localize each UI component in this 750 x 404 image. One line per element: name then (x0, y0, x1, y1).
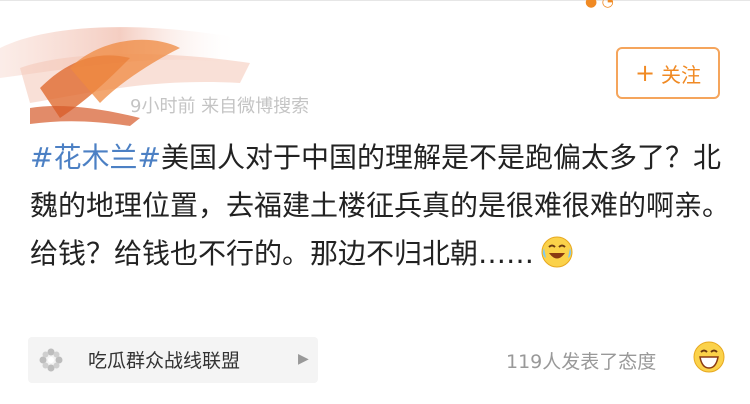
follow-button-label: 关注 (661, 62, 702, 87)
source-group-label: 吃瓜群众战线联盟 (88, 350, 241, 372)
post-meta: 9小时前 来自微博搜索 (130, 96, 310, 117)
hashtag-link[interactable]: #花木兰# (30, 141, 161, 174)
face-with-tears-of-joy-icon (540, 235, 574, 284)
reaction-count[interactable]: 119人发表了态度 (506, 347, 656, 374)
follow-button[interactable]: + 关注 (616, 47, 720, 99)
plus-icon: + (634, 59, 656, 87)
post-text: #花木兰#美国人对于中国的理解是不是跑偏太多了？北魏的地理位置，去福建土楼征兵真… (30, 134, 730, 284)
cropped-top-icon: ● ◔ (585, 0, 614, 10)
grinning-face-icon[interactable] (692, 340, 726, 378)
flower-icon (38, 347, 64, 377)
top-divider (0, 0, 750, 1)
source-group-chip[interactable]: 吃瓜群众战线联盟 ▶ (28, 337, 318, 383)
chevron-right-icon: ▶ (298, 351, 309, 367)
